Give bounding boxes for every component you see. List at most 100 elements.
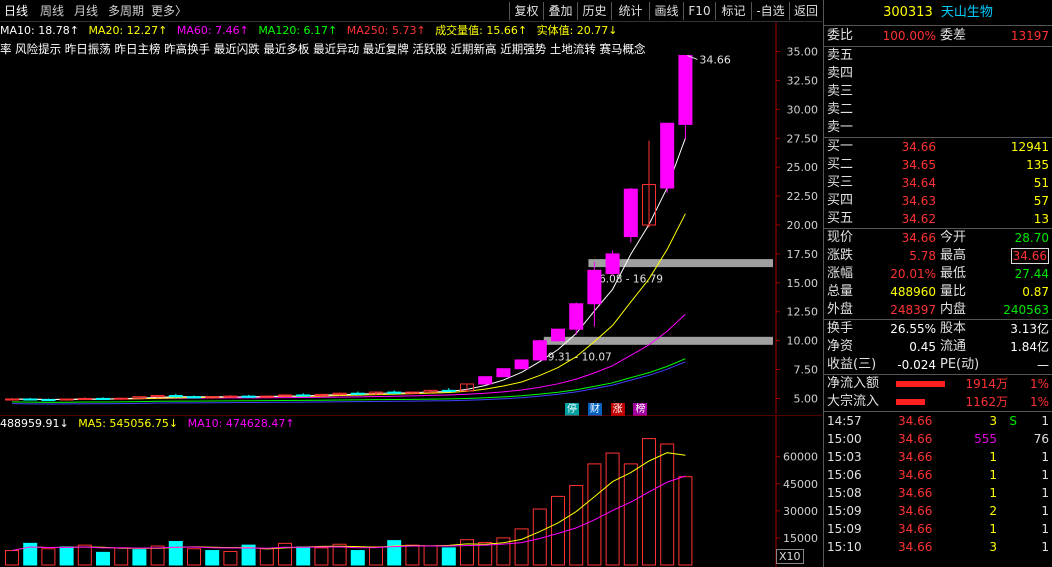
volume-bar[interactable]	[623, 463, 638, 566]
volume-bar[interactable]	[660, 443, 675, 566]
back-button[interactable]: 返回	[789, 2, 822, 20]
sell-row[interactable]: 卖三	[824, 83, 1052, 101]
buy-row[interactable]: 买一 34.66 12941	[824, 138, 1052, 156]
candle-body[interactable]	[587, 269, 602, 305]
candle-body[interactable]	[168, 395, 183, 398]
tab-multi-period[interactable]: 多周期	[108, 2, 144, 20]
volume-bar[interactable]	[296, 546, 311, 566]
tick-price: 34.66	[898, 504, 933, 518]
overlay-button[interactable]: 叠加	[543, 2, 577, 20]
candle-body[interactable]	[23, 398, 38, 401]
volume-bar[interactable]	[132, 549, 147, 566]
candle-body[interactable]	[569, 303, 584, 330]
candle-body[interactable]	[660, 122, 675, 189]
volume-bar[interactable]	[441, 547, 456, 566]
tick-row[interactable]: 15:03 34.66 1 1	[824, 448, 1052, 466]
volume-bar[interactable]	[405, 544, 420, 566]
volume-bar[interactable]	[150, 545, 165, 566]
volume-bar[interactable]	[41, 548, 56, 566]
sell-row[interactable]: 卖五	[824, 47, 1052, 65]
buy-row[interactable]: 买五 34.62 13	[824, 210, 1052, 228]
volume-bar[interactable]	[387, 540, 402, 566]
tick-row[interactable]: 15:10 34.66 3 1	[824, 538, 1052, 556]
candle-body[interactable]	[223, 395, 238, 398]
candle-body[interactable]	[41, 399, 56, 402]
volume-bar[interactable]	[569, 485, 584, 566]
ma120-value: MA120: 6.17↑	[258, 24, 338, 37]
volume-chart[interactable]: 60000 45000 30000 15000	[0, 415, 822, 567]
candlestick-chart[interactable]: 35.00 32.50 30.00 27.50 25.00 22.50 20.00 17.50…	[0, 22, 822, 414]
candle-body[interactable]	[114, 397, 129, 400]
stats-button[interactable]: 统计	[611, 2, 649, 20]
candle-body[interactable]	[241, 395, 256, 398]
tick-time: 14:57	[827, 414, 862, 428]
volume-bar[interactable]	[205, 550, 220, 566]
tab-more[interactable]: 更多〉	[151, 2, 187, 20]
volume-bar[interactable]	[223, 550, 238, 566]
buy-row[interactable]: 买二 34.65 135	[824, 156, 1052, 174]
sell-row[interactable]: 卖四	[824, 65, 1052, 83]
tick-row[interactable]: 15:06 34.66 1 1	[824, 466, 1052, 484]
candle-body[interactable]	[187, 396, 201, 399]
volume-bar[interactable]	[77, 544, 92, 566]
candle-body[interactable]	[623, 188, 638, 238]
draw-button[interactable]: 画线	[649, 2, 683, 20]
candle-body[interactable]	[605, 253, 620, 275]
tick-row[interactable]: 15:09 34.66 1 1	[824, 520, 1052, 538]
volume-bar[interactable]	[96, 551, 110, 566]
volume-bar[interactable]	[605, 452, 620, 566]
candle-body[interactable]	[96, 397, 110, 400]
buy-row[interactable]: 买三 34.64 51	[824, 174, 1052, 192]
volume-bar[interactable]	[314, 547, 329, 566]
volume-bar[interactable]	[423, 545, 438, 566]
candle-body[interactable]	[532, 340, 547, 361]
tick-row[interactable]: 15:09 34.66 2 1	[824, 502, 1052, 520]
tick-list[interactable]: 14:57 34.66 3 S 1 15:00 34.66 555 76 15:03 34.66 1 1…	[824, 411, 1052, 556]
f10-button[interactable]: F10	[683, 2, 715, 20]
volume-bar[interactable]	[59, 546, 74, 566]
flow-bar	[896, 399, 925, 405]
candle-body[interactable]	[350, 392, 365, 395]
volume-bar[interactable]	[114, 547, 129, 566]
adjust-button[interactable]: 复权	[509, 2, 543, 20]
candle-body[interactable]	[441, 389, 456, 392]
volume-bar[interactable]	[168, 541, 183, 566]
volume-bar[interactable]	[369, 546, 383, 566]
volume-bar[interactable]	[642, 438, 656, 566]
buy-row[interactable]: 买四 34.63 57	[824, 192, 1052, 210]
candle-body[interactable]	[478, 376, 493, 385]
candle-body[interactable]	[77, 397, 92, 400]
tick-row[interactable]: 15:08 34.66 1 1	[824, 484, 1052, 502]
volume-bar[interactable]	[678, 476, 693, 566]
candle-body[interactable]	[59, 398, 74, 401]
candle-body[interactable]	[678, 54, 693, 125]
zoom-indicator[interactable]: X10	[776, 549, 804, 564]
candle-body[interactable]	[514, 359, 529, 370]
volume-bar[interactable]	[187, 548, 201, 566]
tab-daily[interactable]: 日线	[4, 2, 28, 20]
volume-bar[interactable]	[514, 528, 529, 566]
tick-row[interactable]: 15:00 34.66 555 76	[824, 430, 1052, 448]
candle-body[interactable]	[551, 328, 565, 342]
mark-button[interactable]: 标记	[715, 2, 751, 20]
fund-value-2: —	[1037, 358, 1049, 372]
tab-weekly[interactable]: 周线	[40, 2, 64, 20]
candle-body[interactable]	[296, 394, 311, 397]
volume-bar[interactable]	[259, 548, 274, 566]
volume-bar[interactable]	[478, 541, 493, 566]
remove-watchlist-button[interactable]: -自选	[751, 2, 789, 20]
candle-body[interactable]	[5, 398, 19, 401]
sell-row[interactable]: 卖二	[824, 101, 1052, 119]
candle-body[interactable]	[387, 391, 402, 394]
tab-monthly[interactable]: 月线	[74, 2, 98, 20]
event-badges: 停 财 涨 榜	[565, 401, 652, 416]
volume-bar[interactable]	[350, 550, 365, 566]
volume-bar[interactable]	[278, 542, 292, 566]
volume-bar[interactable]	[551, 495, 565, 566]
tick-row[interactable]: 14:57 34.66 3 S 1	[824, 412, 1052, 430]
candle-body[interactable]	[496, 368, 511, 378]
volume-bar[interactable]	[5, 550, 19, 566]
history-button[interactable]: 历史	[577, 2, 611, 20]
sell-row[interactable]: 卖一	[824, 119, 1052, 137]
volume-bar[interactable]	[587, 463, 602, 566]
